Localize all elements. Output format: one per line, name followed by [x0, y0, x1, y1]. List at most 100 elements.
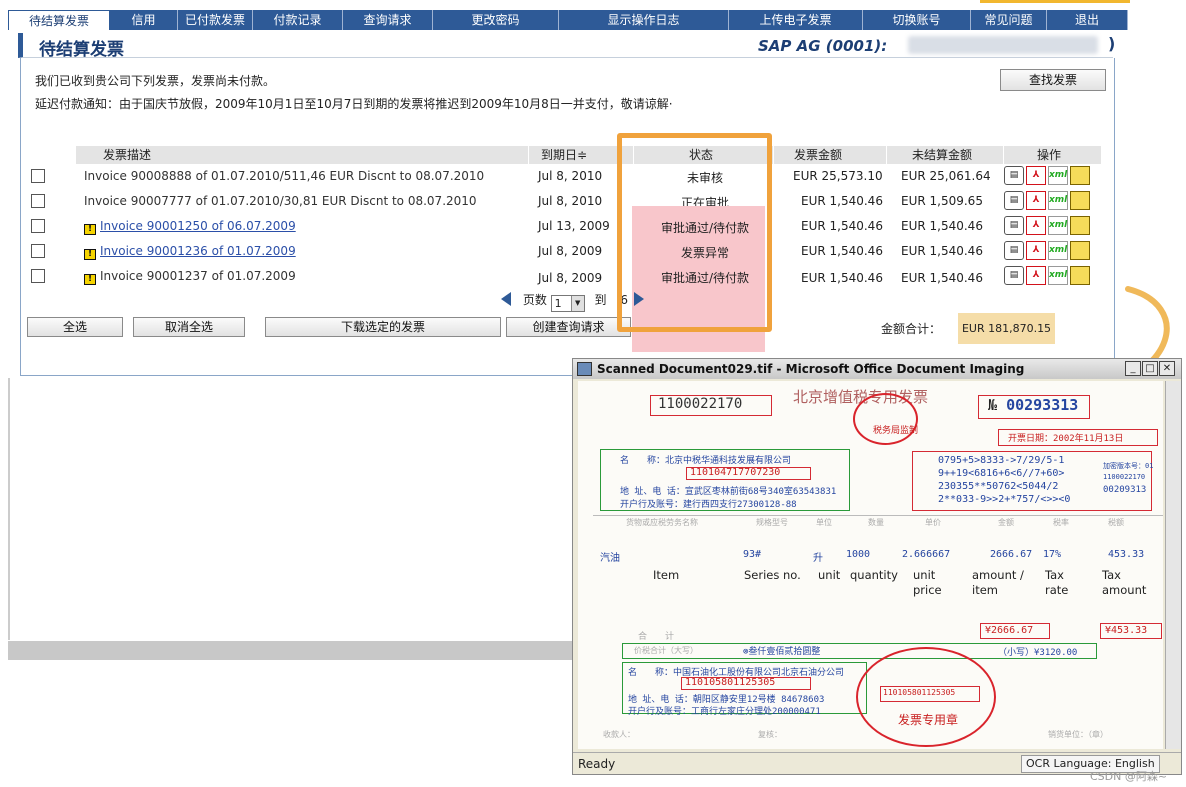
row-actions: ▤ ⅄ xml [1004, 241, 1090, 260]
tab-credit[interactable]: 信用 [110, 10, 178, 30]
warning-icon: ! [84, 274, 96, 285]
comment-icon[interactable]: ▤ [1004, 266, 1024, 285]
buyer-address: 地 址、电 话：宣武区枣林前街68号340室63543831 [620, 487, 837, 497]
comment-icon[interactable]: ▤ [1004, 191, 1024, 210]
comment-icon[interactable]: ▤ [1004, 166, 1024, 185]
xml-icon[interactable]: xml [1048, 216, 1068, 235]
minimize-button[interactable]: _ [1125, 361, 1141, 376]
col-open[interactable]: 未结算金额 [886, 146, 1006, 164]
row-checkbox[interactable] [31, 169, 45, 183]
vertical-scrollbar[interactable] [1165, 381, 1181, 749]
comment-icon[interactable]: ▤ [1004, 241, 1024, 260]
row-checkbox[interactable] [31, 269, 45, 283]
close-button[interactable]: ✕ [1159, 361, 1175, 376]
status-callout-frame [617, 133, 772, 332]
cipher-code: 1100022170 [1103, 473, 1146, 481]
find-invoice-button[interactable]: 查找发票 [1000, 69, 1106, 91]
folder-icon[interactable] [1070, 241, 1090, 260]
folder-icon[interactable] [1070, 216, 1090, 235]
total-words-label: 价税合计（大写） [634, 646, 698, 655]
row-checkbox[interactable] [31, 194, 45, 208]
cipher-number: 00209313 [1103, 485, 1147, 495]
tab-logout[interactable]: 退出 [1047, 10, 1128, 30]
pdf-icon[interactable]: ⅄ [1026, 241, 1046, 260]
due-date: Jul 8, 2010 [538, 169, 603, 183]
total-amount: EUR 181,870.15 [958, 313, 1055, 344]
col-header-tax: 税额 [1108, 518, 1124, 527]
table-row: Invoice 90008888 of 01.07.2010/511,46 EU… [21, 164, 1116, 189]
page-select[interactable]: 1 ▼ [550, 295, 585, 312]
col-header-amount: 金额 [998, 518, 1014, 527]
tax-label: Tax amount [1102, 568, 1147, 597]
tab-faq[interactable]: 常见问题 [971, 10, 1047, 30]
pdf-icon[interactable]: ⅄ [1026, 216, 1046, 235]
folder-icon[interactable] [1070, 166, 1090, 185]
cipher-line-3: 230355**50762<5044/2 [938, 481, 1059, 492]
xml-icon[interactable]: xml [1048, 166, 1068, 185]
pdf-icon[interactable]: ⅄ [1026, 191, 1046, 210]
seller-bank: 开户行及账号：工商行左家庄分理处200000471 [628, 707, 821, 717]
amount-value: 2666.67 [990, 549, 1033, 560]
tab-payment-records[interactable]: 付款记录 [253, 10, 343, 30]
checker-label: 复核： [758, 730, 782, 739]
tab-query-requests[interactable]: 查询请求 [343, 10, 433, 30]
unit-label: unit [818, 568, 841, 582]
delay-notice: 延迟付款通知：由于国庆节放假，2009年10月1日至10月7日到期的发票将推迟到… [35, 97, 673, 111]
seal-number: 110105801125305 [883, 688, 956, 697]
tab-upload-einvoice[interactable]: 上传电子发票 [729, 10, 863, 30]
row-actions: ▤ ⅄ xml [1004, 191, 1090, 210]
folder-icon[interactable] [1070, 266, 1090, 285]
tax-value: 453.33 [1108, 549, 1145, 560]
pdf-icon[interactable]: ⅄ [1026, 266, 1046, 285]
tab-operation-log[interactable]: 显示操作日志 [559, 10, 729, 30]
invoice-link[interactable]: ! Invoice 90001250 of 06.07.2009 [84, 219, 296, 235]
top-nav: 待结算发票 信用 已付款发票 付款记录 查询请求 更改密码 显示操作日志 上传电… [8, 10, 1128, 30]
due-date: Jul 8, 2010 [538, 194, 603, 208]
total-small: （小写）¥3120.00 [998, 648, 1078, 658]
download-selected-button[interactable]: 下载选定的发票 [265, 317, 501, 337]
tab-paid-invoices[interactable]: 已付款发票 [178, 10, 253, 30]
col-header-item: 货物或应税劳务名称 [626, 518, 698, 527]
buyer-bank: 开户行及账号：建行西四支行27300128-88 [620, 500, 797, 510]
create-query-button[interactable]: 创建查询请求 [506, 317, 631, 337]
cipher-line-2: 9++19<6816+6<6//7+60> [938, 468, 1065, 479]
rate-label: Tax rate [1045, 568, 1069, 597]
series-value: 93# [743, 549, 762, 560]
table-row: Invoice 90007777 of 01.07.2010/30,81 EUR… [21, 189, 1116, 214]
qty-value: 1000 [846, 549, 871, 560]
seal-caption: 税务局监制 [873, 426, 919, 436]
folder-icon[interactable] [1070, 191, 1090, 210]
total-label: 金额合计： [881, 322, 942, 336]
maximize-button[interactable]: □ [1142, 361, 1158, 376]
row-checkbox[interactable] [31, 219, 45, 233]
xml-icon[interactable]: xml [1048, 191, 1068, 210]
horizontal-scrollbar[interactable] [8, 641, 578, 660]
col-desc[interactable]: 发票描述 [103, 146, 151, 164]
warning-icon: ! [84, 249, 96, 260]
item-label: Item [653, 568, 680, 582]
prev-page-icon[interactable] [501, 292, 511, 306]
rate-value: 17% [1043, 549, 1062, 560]
table-row: ! Invoice 90001237 of 01.07.2009 Jul 8, 2… [21, 264, 1116, 289]
xml-icon[interactable]: xml [1048, 266, 1068, 285]
item-value: 汽油 [600, 553, 620, 564]
table-row: ! Invoice 90001236 of 01.07.2009 Jul 8, 2… [21, 239, 1116, 264]
warning-icon: ! [84, 224, 96, 235]
watermark: CSDN @阿森~ [1090, 770, 1168, 783]
tab-pending-invoices[interactable]: 待结算发票 [8, 10, 110, 30]
row-checkbox[interactable] [31, 244, 45, 258]
issuer-label: 销货单位：（章） [1048, 730, 1108, 739]
select-all-button[interactable]: 全选 [27, 317, 123, 337]
pdf-icon[interactable]: ⅄ [1026, 166, 1046, 185]
invoice-link[interactable]: ! Invoice 90001236 of 01.07.2009 [84, 244, 296, 260]
invoice-number: № 00293313 [988, 396, 1079, 414]
xml-icon[interactable]: xml [1048, 241, 1068, 260]
tab-change-password[interactable]: 更改密码 [433, 10, 559, 30]
col-amount[interactable]: 发票金额 [773, 146, 893, 164]
tab-switch-account[interactable]: 切换账号 [863, 10, 971, 30]
invoice-desc: Invoice 90007777 of 01.07.2010/30,81 EUR… [84, 194, 477, 208]
cipher-line-4: 2**033-9>>2+*757/<>><0 [938, 494, 1071, 505]
comment-icon[interactable]: ▤ [1004, 216, 1024, 235]
due-date: Jul 8, 2009 [538, 244, 603, 258]
deselect-all-button[interactable]: 取消全选 [133, 317, 245, 337]
